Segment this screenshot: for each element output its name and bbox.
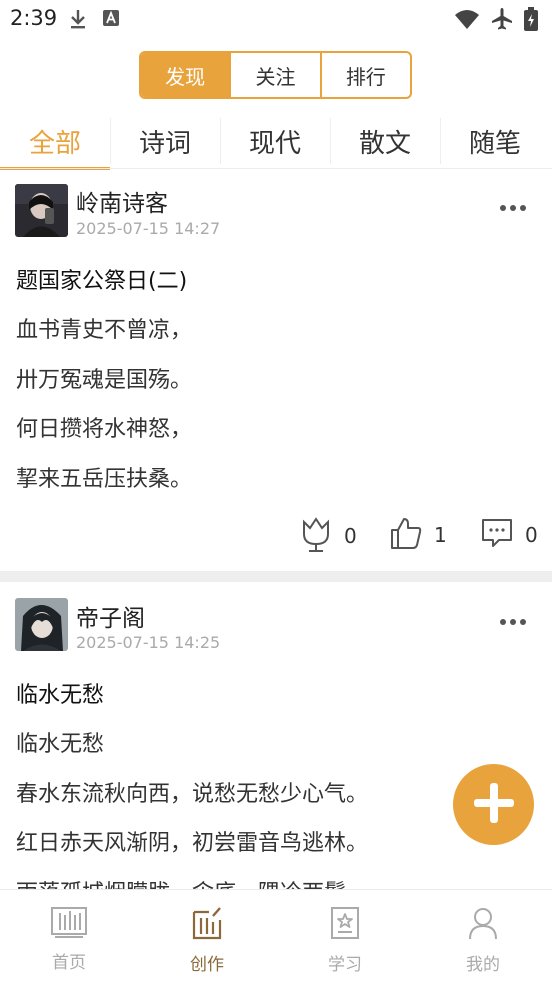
flower-action[interactable]: 0 [300, 516, 357, 556]
battery-icon [524, 7, 538, 35]
post-time: 2025-07-15 14:25 [76, 633, 221, 652]
post-card[interactable]: 帝子阁 2025-07-15 14:25 临水无愁 临水无愁 春水东流秋向西，说… [0, 582, 552, 889]
a-badge-icon [102, 8, 120, 34]
feed-segment: 发现 关注 排行 [139, 51, 412, 99]
avatar[interactable] [15, 598, 68, 651]
tab-modern[interactable]: 现代 [220, 112, 330, 170]
bottom-nav: 首页 创作 学习 我的 [0, 889, 552, 983]
comment-action[interactable]: 0 [481, 518, 538, 552]
nav-label: 我的 [466, 955, 500, 975]
avatar[interactable] [15, 184, 68, 237]
create-post-button[interactable] [453, 764, 534, 845]
tab-essay[interactable]: 随笔 [440, 112, 550, 170]
nav-home[interactable]: 首页 [0, 890, 138, 983]
learn-icon [330, 906, 360, 944]
home-books-icon [51, 906, 87, 942]
segment-ranking[interactable]: 排行 [322, 53, 410, 97]
plus-icon [472, 781, 516, 829]
status-time: 2:39 [10, 6, 58, 30]
nav-mine[interactable]: 我的 [414, 890, 552, 983]
author-name[interactable]: 帝子阁 [76, 599, 145, 633]
comment-count: 0 [525, 523, 538, 547]
more-icon[interactable] [500, 619, 526, 625]
author-name[interactable]: 岭南诗客 [76, 184, 168, 218]
post-line: 雨落孤城烟朦胧，伞底一隅冷两鬓。 [16, 875, 368, 889]
flower-count: 0 [344, 524, 357, 548]
tab-prose[interactable]: 散文 [330, 112, 440, 170]
nav-learn[interactable]: 学习 [276, 890, 414, 983]
like-action[interactable]: 1 [390, 516, 447, 554]
user-icon [467, 906, 499, 944]
post-actions: 0 1 0 [0, 516, 552, 556]
create-icon [192, 906, 222, 944]
nav-label: 学习 [328, 955, 362, 975]
category-tabs: 全部 诗词 现代 散文 随笔 [0, 112, 552, 170]
airplane-icon [490, 7, 514, 35]
post-line: 卅万冤魂是国殇。 [16, 368, 193, 393]
status-bar: 2:39 [0, 0, 552, 38]
post-line: 春水东流秋向西，说愁无愁少心气。 [16, 782, 369, 807]
post-title: 题国家公祭日(二) [16, 269, 188, 294]
post-line: 何日攒将水神怒， [16, 417, 193, 442]
wifi-icon [454, 8, 480, 34]
thumbs-up-icon [390, 516, 422, 554]
nav-label: 创作 [190, 955, 224, 975]
post-divider [0, 571, 552, 582]
tab-poetry[interactable]: 诗词 [110, 112, 220, 170]
nav-label: 首页 [52, 953, 86, 973]
like-count: 1 [434, 523, 447, 547]
tab-all[interactable]: 全部 [0, 112, 110, 170]
download-icon [68, 8, 88, 34]
nav-create[interactable]: 创作 [138, 890, 276, 983]
flower-icon [300, 516, 332, 556]
post-title: 临水无愁 [16, 683, 105, 708]
comment-icon [481, 518, 513, 552]
more-icon[interactable] [500, 205, 526, 211]
tabs-divider [0, 168, 552, 169]
segment-discover[interactable]: 发现 [141, 53, 232, 97]
post-line: 血书青史不曾凉， [16, 318, 193, 343]
segment-follow[interactable]: 关注 [231, 53, 322, 97]
post-line: 挈来五岳压扶桑。 [16, 467, 193, 492]
post-line: 红日赤天风渐阴，初尝雷音鸟逃林。 [16, 831, 369, 856]
post-line: 临水无愁 [16, 732, 105, 757]
post-card[interactable]: 岭南诗客 2025-07-15 14:27 题国家公祭日(二) 血书青史不曾凉，… [0, 170, 552, 570]
post-time: 2025-07-15 14:27 [76, 219, 221, 238]
